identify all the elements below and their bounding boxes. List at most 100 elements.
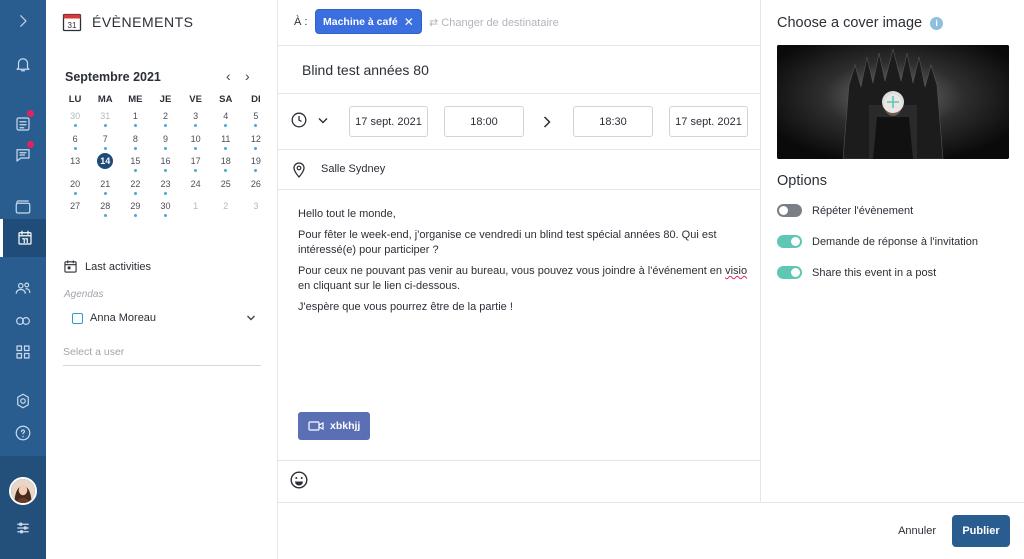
calendar-day[interactable]: 24 — [181, 179, 211, 202]
footer-bar: Annuler Publier — [278, 502, 1024, 559]
calendar-day[interactable]: 28 — [90, 201, 120, 224]
agenda-checkbox[interactable] — [72, 312, 83, 324]
select-user-input[interactable]: Select a user — [63, 346, 261, 366]
calendar-day[interactable]: 30 — [60, 111, 90, 134]
cancel-button[interactable]: Annuler — [898, 525, 936, 537]
recipient-chip[interactable]: Machine à café ✕ — [315, 9, 422, 34]
folder-icon[interactable] — [11, 195, 35, 219]
weekday-label: DI — [251, 94, 261, 105]
event-dot — [133, 191, 137, 195]
calendar-day[interactable]: 15 — [120, 156, 150, 179]
share-post-toggle[interactable] — [777, 266, 802, 279]
day-number: 4 — [223, 111, 229, 121]
calendar-day[interactable]: 1 — [120, 111, 150, 134]
editor-toolbar — [278, 460, 761, 502]
calendar-day[interactable]: 30 — [150, 201, 180, 224]
event-dot — [224, 124, 228, 127]
end-time-input[interactable]: 18:30 — [573, 106, 653, 137]
calendar-day[interactable]: 23 — [150, 179, 180, 202]
repeat-event-toggle[interactable] — [777, 204, 802, 217]
emoji-icon[interactable] — [290, 471, 308, 489]
calendar-day[interactable]: 31 — [90, 111, 120, 134]
location-input[interactable]: Salle Sydney — [321, 163, 385, 175]
day-number: 31 — [100, 111, 111, 121]
calendar-day[interactable]: 6 — [60, 134, 90, 157]
event-dot — [254, 146, 258, 150]
chevron-down-icon[interactable] — [318, 117, 328, 125]
day-number: 6 — [72, 133, 78, 144]
visio-link-button[interactable]: xbkhjj — [298, 412, 371, 440]
clock-icon — [291, 112, 307, 128]
calendar-day[interactable]: 11 — [211, 134, 241, 157]
info-icon[interactable]: i — [930, 16, 944, 30]
calendar-day[interactable]: 17 — [181, 156, 211, 179]
event-dot — [133, 169, 137, 173]
calendar-day[interactable]: 9 — [150, 134, 180, 157]
rsvp-request-toggle[interactable] — [777, 235, 802, 248]
last-activities-link[interactable]: Last activities — [64, 260, 151, 273]
calendar-day[interactable]: 20 — [60, 179, 90, 202]
cover-image-heading: Choose a cover image i — [777, 15, 944, 31]
chevron-down-icon[interactable] — [246, 313, 256, 323]
event-title-input[interactable]: Blind test années 80 — [302, 62, 429, 78]
event-dot — [254, 124, 258, 127]
end-date-input[interactable]: 17 sept. 2021 — [669, 106, 748, 137]
day-number: 3 — [193, 111, 199, 121]
calendar-day[interactable]: 12 — [241, 134, 271, 157]
notification-badge — [26, 140, 35, 149]
bell-icon[interactable] — [11, 52, 35, 76]
settings-icon[interactable] — [11, 389, 35, 413]
calendar-day[interactable]: 10 — [181, 134, 211, 157]
calendar-nav-icon[interactable] — [0, 219, 46, 257]
expand-chevron-icon[interactable] — [11, 9, 35, 33]
chat-icon[interactable] — [11, 140, 35, 167]
publish-button[interactable]: Publier — [952, 515, 1010, 547]
calendar-day[interactable]: 3 — [181, 111, 211, 134]
calendar-day[interactable]: 16 — [150, 156, 180, 179]
calendar-day[interactable]: 26 — [241, 179, 271, 202]
calendar-day[interactable]: 18 — [211, 156, 241, 179]
calendar-day[interactable]: 29 — [120, 201, 150, 224]
calendar-day[interactable]: 25 — [211, 179, 241, 202]
help-icon[interactable] — [11, 421, 35, 445]
users-icon[interactable] — [11, 276, 35, 300]
calendar-week: 30 31 1 2 3 4 5 — [60, 111, 271, 134]
calendar-day[interactable]: 13 — [60, 156, 90, 179]
option-label: Share this event in a post — [812, 266, 937, 279]
next-month-chevron-icon[interactable]: › — [245, 68, 250, 84]
recipient-row: À : Machine à café ✕ ⇄ Changer de destin… — [278, 0, 761, 46]
share-post-option: Share this event in a post — [777, 266, 1017, 279]
prev-month-chevron-icon[interactable]: ‹ — [226, 68, 231, 84]
misspelled-word: visio — [725, 265, 748, 277]
apps-grid-icon[interactable] — [11, 340, 35, 364]
day-number: 27 — [70, 201, 81, 212]
event-description[interactable]: Hello tout le monde, Pour fêter le week-… — [298, 207, 748, 321]
sliders-icon[interactable] — [11, 516, 35, 540]
calendar-day[interactable]: 8 — [120, 134, 150, 157]
calendar-day[interactable]: 27 — [60, 201, 90, 224]
calendar-day[interactable]: 3 — [241, 201, 271, 224]
start-time-input[interactable]: 18:00 — [444, 106, 524, 137]
change-recipient-link[interactable]: ⇄ Changer de destinataire — [429, 16, 559, 29]
avatar[interactable] — [9, 477, 37, 505]
day-number: 16 — [160, 156, 171, 167]
remove-recipient-icon[interactable]: ✕ — [404, 15, 414, 29]
calendar-day[interactable]: 21 — [90, 179, 120, 202]
event-dot — [103, 214, 107, 218]
calendar-day[interactable]: 19 — [241, 156, 271, 179]
start-date-input[interactable]: 17 sept. 2021 — [349, 106, 428, 137]
calendar-day[interactable]: 4 — [211, 111, 241, 134]
groups-icon[interactable] — [11, 309, 35, 333]
video-camera-icon — [308, 421, 324, 431]
agenda-user-row[interactable]: Anna Moreau — [72, 312, 256, 324]
cover-image[interactable] — [777, 45, 1009, 159]
calendar-day[interactable]: 1 — [181, 201, 211, 224]
news-icon[interactable] — [11, 109, 35, 136]
calendar-day[interactable]: 5 — [241, 111, 271, 134]
calendar-day[interactable]: 22 — [120, 179, 150, 202]
day-number: 2 — [223, 201, 229, 212]
calendar-day[interactable]: 2 — [211, 201, 241, 224]
calendar-day-today[interactable]: 14 — [90, 153, 120, 179]
calendar-weeks: 30 31 1 2 3 4 5 6 7 8 9 10 11 12 13 14 15 16 17 18 19 20 21 22 2… — [60, 111, 271, 224]
calendar-day[interactable]: 2 — [150, 111, 180, 134]
